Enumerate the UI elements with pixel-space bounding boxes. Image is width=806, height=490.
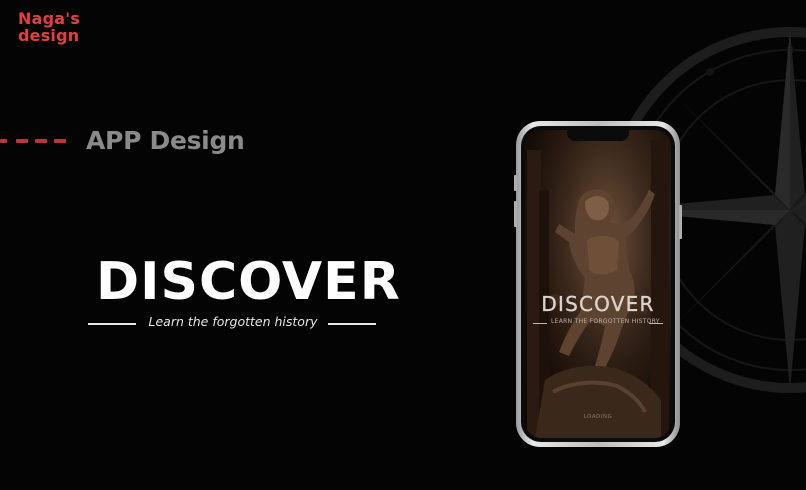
dash [0,139,7,143]
screen-subtitle: LEARN THE FORGOTTEN HISTORY [551,318,660,325]
hero-subtitle-row: Learn the forgotten history [88,314,378,332]
phone-side-button [679,205,682,239]
divider-line [533,323,547,324]
presentation-slide: Naga's design APP Design DISCOVER Learn … [0,0,806,490]
brand-logo-line-2: design [18,26,80,45]
phone-mockup: DISCOVER LEARN THE FORGOTTEN HISTORY LOA… [514,121,682,447]
dash [16,139,28,143]
screen-title: DISCOVER [541,292,655,316]
divider-line [328,323,376,325]
dash [35,139,47,143]
section-title: APP Design [86,126,245,155]
divider-line [88,323,136,325]
phone-notch [567,130,629,141]
phone-side-button [514,201,517,227]
phone-side-button [514,175,517,191]
screen-subtitle-row: LEARN THE FORGOTTEN HISTORY [533,318,663,328]
statue-illustration [525,130,671,438]
divider-line [649,323,663,324]
hero-title: DISCOVER [96,252,401,312]
dashed-accent-line [0,139,75,143]
dash [54,139,66,143]
brand-logo-line-1: Naga's [18,9,81,28]
phone-screen: DISCOVER LEARN THE FORGOTTEN HISTORY LOA… [525,130,671,438]
loading-status: LOADING [583,414,613,420]
hero-subtitle: Learn the forgotten history [148,314,318,329]
brand-logo: Naga's design [18,10,80,44]
